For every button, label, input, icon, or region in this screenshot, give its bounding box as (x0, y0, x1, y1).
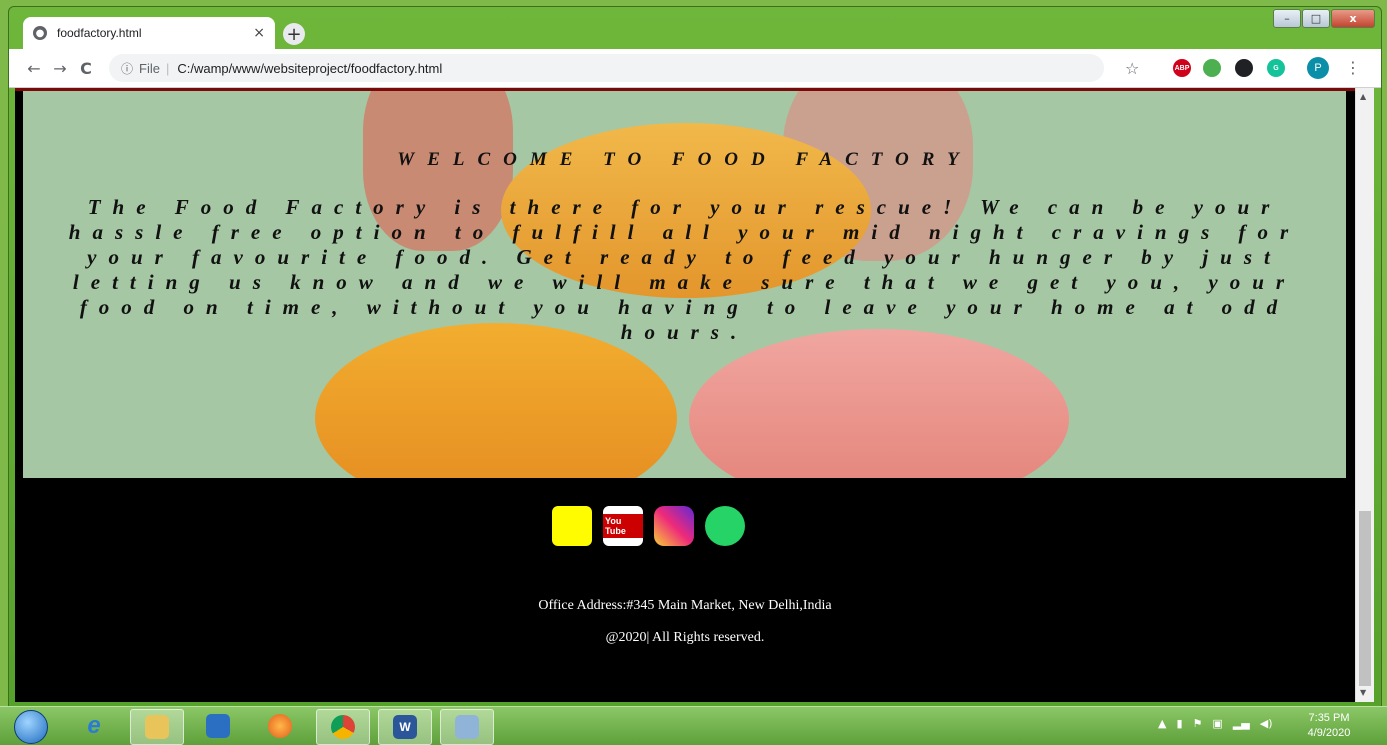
clock-time: 7:35 PM (1308, 712, 1350, 724)
taskbar-notepad[interactable] (440, 709, 494, 745)
tray-volume-icon[interactable]: ◀) (1260, 717, 1273, 730)
bookmark-star-icon[interactable]: ☆ (1125, 59, 1139, 78)
copyright-text: @2020| All Rights reserved. (605, 630, 765, 645)
youtube-label: You Tube (603, 514, 643, 538)
tray-flag-icon[interactable]: ⚑ (1193, 717, 1203, 730)
word-icon: W (393, 715, 417, 739)
taskbar-explorer[interactable] (130, 709, 184, 745)
tray-network-icon[interactable]: ▮ (1176, 717, 1182, 730)
tray-signal-icon[interactable]: ▂▄ (1233, 717, 1250, 730)
ie-icon: e (87, 712, 101, 739)
minimize-button[interactable]: – (1273, 9, 1301, 28)
taskbar-firefox[interactable] (254, 709, 306, 743)
page-scrollbar[interactable]: ▲ ▼ (1355, 88, 1374, 702)
abp-icon[interactable]: ABP (1173, 59, 1191, 77)
close-window-button[interactable]: x (1331, 9, 1375, 28)
grammarly-icon[interactable]: G (1267, 59, 1285, 77)
browser-menu-icon[interactable]: ⋮ (1345, 58, 1361, 77)
hero-description: The Food Factory is there for your rescu… (68, 195, 1301, 344)
chrome-icon (331, 715, 355, 739)
browser-window: ● foodfactory.html × + – □ x ← → C ⓘ Fil… (8, 6, 1382, 708)
profile-avatar[interactable]: P (1307, 57, 1329, 79)
browser-toolbar: ← → C ⓘ File | C:/wamp/www/websiteprojec… (9, 49, 1381, 88)
media-player-icon (206, 714, 230, 738)
tab-title: foodfactory.html (57, 26, 142, 40)
clock-date: 4/9/2020 (1307, 727, 1351, 739)
forward-button[interactable]: → (47, 59, 73, 78)
taskbar-chrome[interactable] (316, 709, 370, 745)
macaron-bottom-left (315, 323, 677, 478)
back-button[interactable]: ← (21, 59, 47, 78)
tray-device-icon[interactable]: ▣ (1212, 717, 1222, 730)
macaron-bottom-right (689, 329, 1069, 478)
new-tab-button[interactable]: + (283, 23, 305, 45)
system-tray: ▲ ▮ ⚑ ▣ ▂▄ ◀) (1158, 717, 1273, 730)
taskbar-clock[interactable]: 7:35 PM 4/9/2020 (1296, 711, 1362, 741)
window-controls: – □ x (1273, 9, 1375, 28)
twitter-icon[interactable] (756, 506, 796, 546)
tray-expand-icon[interactable]: ▲ (1158, 717, 1166, 730)
taskbar-word[interactable]: W (378, 709, 432, 745)
scroll-thumb[interactable] (1359, 511, 1371, 686)
maximize-button[interactable]: □ (1302, 9, 1330, 28)
globe-icon: ● (33, 26, 47, 40)
taskbar-media[interactable] (192, 709, 244, 743)
whatsapp-icon[interactable] (705, 506, 745, 546)
close-tab-icon[interactable]: × (253, 25, 265, 41)
welcome-heading: WELCOME TO FOOD FACTORY (397, 149, 972, 170)
taskbar: e W ▲ ▮ ⚑ ▣ ▂▄ ◀) 7:35 PM 4/9/2020 (0, 706, 1387, 745)
folder-icon (145, 715, 169, 739)
shield-icon[interactable] (1203, 59, 1221, 77)
instagram-icon[interactable] (654, 506, 694, 546)
glasses-icon[interactable] (1235, 59, 1253, 77)
address-bar[interactable]: ⓘ File | C:/wamp/www/websiteproject/food… (109, 54, 1104, 82)
reload-button[interactable]: C (73, 59, 99, 78)
info-icon[interactable]: ⓘ (121, 60, 133, 77)
tab-strip: ● foodfactory.html × + (9, 7, 1381, 49)
scroll-up-icon[interactable]: ▲ (1360, 92, 1366, 101)
social-links: You Tube (552, 506, 796, 546)
youtube-icon[interactable]: You Tube (603, 506, 643, 546)
tab-foodfactory[interactable]: ● foodfactory.html × (23, 17, 275, 49)
start-button[interactable] (14, 710, 48, 744)
footer: You Tube Office Address:#345 Main Market… (15, 478, 1355, 702)
url-scheme: File (139, 60, 160, 76)
hero-banner: WELCOME TO FOOD FACTORY The Food Factory… (23, 91, 1346, 478)
url-text: C:/wamp/www/websiteproject/foodfactory.h… (177, 60, 443, 76)
notepad-icon (455, 715, 479, 739)
scroll-down-icon[interactable]: ▼ (1360, 688, 1366, 697)
snapchat-icon[interactable] (552, 506, 592, 546)
url-separator: | (165, 60, 170, 76)
page-viewport: WELCOME TO FOOD FACTORY The Food Factory… (15, 88, 1355, 702)
office-address: Office Address:#345 Main Market, New Del… (538, 598, 832, 613)
firefox-icon (268, 714, 292, 738)
taskbar-ie[interactable]: e (68, 709, 120, 743)
